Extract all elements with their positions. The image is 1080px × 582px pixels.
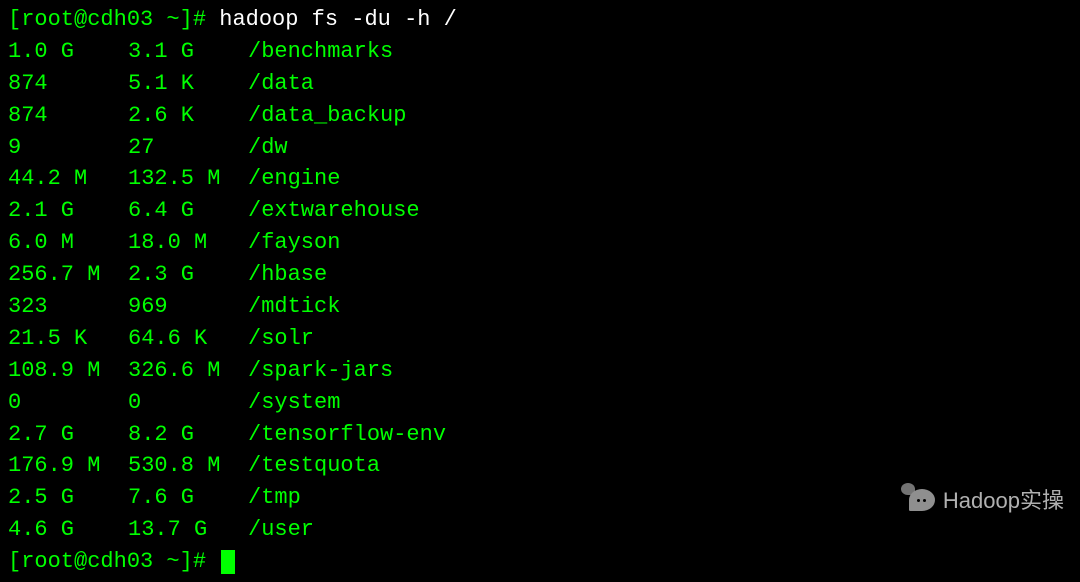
output-row: 323969/mdtick (8, 291, 1072, 323)
size-col: 1.0 G (8, 36, 128, 68)
disk-size-col: 2.3 G (128, 259, 248, 291)
path-col: /tensorflow-env (248, 419, 1072, 451)
disk-size-col: 5.1 K (128, 68, 248, 100)
path-col: /mdtick (248, 291, 1072, 323)
size-col: 4.6 G (8, 514, 128, 546)
output-row: 21.5 K64.6 K/solr (8, 323, 1072, 355)
size-col: 108.9 M (8, 355, 128, 387)
path-col: /data (248, 68, 1072, 100)
command-text: hadoop fs -du -h / (219, 7, 457, 32)
size-col: 874 (8, 100, 128, 132)
shell-prompt: [root@cdh03 ~]# (8, 549, 206, 574)
path-col: /spark-jars (248, 355, 1072, 387)
output-row: 927/dw (8, 132, 1072, 164)
size-col: 256.7 M (8, 259, 128, 291)
size-col: 176.9 M (8, 450, 128, 482)
disk-size-col: 64.6 K (128, 323, 248, 355)
output-row: 44.2 M132.5 M/engine (8, 163, 1072, 195)
path-col: /user (248, 514, 1072, 546)
path-col: /solr (248, 323, 1072, 355)
size-col: 9 (8, 132, 128, 164)
disk-size-col: 7.6 G (128, 482, 248, 514)
size-col: 0 (8, 387, 128, 419)
size-col: 323 (8, 291, 128, 323)
disk-size-col: 27 (128, 132, 248, 164)
disk-size-col: 8.2 G (128, 419, 248, 451)
disk-size-col: 969 (128, 291, 248, 323)
size-col: 21.5 K (8, 323, 128, 355)
disk-size-col: 326.6 M (128, 355, 248, 387)
output-row: 2.1 G6.4 G/extwarehouse (8, 195, 1072, 227)
prompt-line-1: [root@cdh03 ~]# hadoop fs -du -h / (8, 4, 1072, 36)
disk-size-col: 6.4 G (128, 195, 248, 227)
path-col: /hbase (248, 259, 1072, 291)
disk-size-col: 13.7 G (128, 514, 248, 546)
disk-size-col: 132.5 M (128, 163, 248, 195)
disk-size-col: 0 (128, 387, 248, 419)
wechat-icon (901, 483, 937, 519)
output-row: 6.0 M18.0 M/fayson (8, 227, 1072, 259)
disk-size-col: 18.0 M (128, 227, 248, 259)
output-row: 108.9 M326.6 M/spark-jars (8, 355, 1072, 387)
path-col: /engine (248, 163, 1072, 195)
output-row: 256.7 M2.3 G/hbase (8, 259, 1072, 291)
path-col: /data_backup (248, 100, 1072, 132)
path-col: /extwarehouse (248, 195, 1072, 227)
size-col: 2.5 G (8, 482, 128, 514)
size-col: 2.1 G (8, 195, 128, 227)
prompt-line-2: [root@cdh03 ~]# (8, 546, 1072, 578)
path-col: /fayson (248, 227, 1072, 259)
disk-size-col: 2.6 K (128, 100, 248, 132)
disk-size-col: 3.1 G (128, 36, 248, 68)
path-col: /benchmarks (248, 36, 1072, 68)
output-row: 8745.1 K/data (8, 68, 1072, 100)
output-row: 176.9 M530.8 M/testquota (8, 450, 1072, 482)
output-row: 1.0 G3.1 G/benchmarks (8, 36, 1072, 68)
path-col: /testquota (248, 450, 1072, 482)
output-row: 2.7 G8.2 G/tensorflow-env (8, 419, 1072, 451)
path-col: /dw (248, 132, 1072, 164)
output-row: 00/system (8, 387, 1072, 419)
disk-size-col: 530.8 M (128, 450, 248, 482)
output-row: 4.6 G13.7 G/user (8, 514, 1072, 546)
path-col: /system (248, 387, 1072, 419)
shell-prompt: [root@cdh03 ~]# (8, 7, 206, 32)
output-row: 8742.6 K/data_backup (8, 100, 1072, 132)
watermark-label: Hadoop实操 (943, 485, 1064, 517)
size-col: 874 (8, 68, 128, 100)
size-col: 6.0 M (8, 227, 128, 259)
size-col: 2.7 G (8, 419, 128, 451)
watermark: Hadoop实操 (901, 483, 1064, 519)
size-col: 44.2 M (8, 163, 128, 195)
